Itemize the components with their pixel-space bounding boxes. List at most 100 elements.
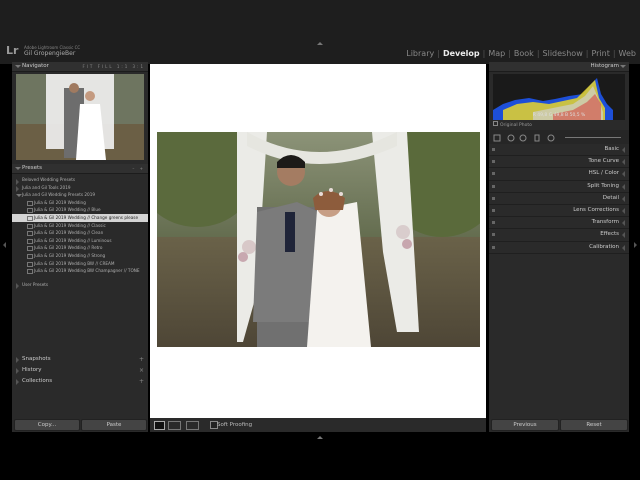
panel-toggle-icon[interactable] — [492, 196, 495, 200]
main-photo[interactable] — [157, 132, 480, 347]
panel-label: Tone Curve — [588, 158, 619, 165]
module-print[interactable]: Print — [591, 49, 609, 58]
user-presets-folder[interactable]: User Presets — [12, 281, 148, 290]
panel-lens-corrections[interactable]: Lens Corrections — [489, 205, 629, 218]
preset-item[interactable]: Julia & Gil 2019 Wedding // Retro — [12, 244, 148, 252]
panel-toggle-icon[interactable] — [492, 184, 495, 188]
histogram-header[interactable]: Histogram — [489, 62, 629, 72]
folder-expanded-icon — [16, 193, 22, 197]
before-after-view-icon[interactable] — [168, 421, 181, 430]
module-separator: | — [437, 49, 440, 58]
panel-toggle-icon[interactable] — [492, 245, 495, 249]
preset-icon — [27, 269, 33, 275]
paste-settings-button[interactable]: Paste — [81, 419, 147, 431]
panel-split-toning[interactable]: Split Toning — [489, 181, 629, 193]
panel-toggle-icon[interactable] — [492, 233, 495, 237]
panel-label: Split Toning — [587, 182, 619, 189]
soft-proofing-label: Soft Proofing — [217, 422, 253, 428]
module-map[interactable]: Map — [488, 49, 505, 58]
preset-folder[interactable]: Julia and Gil Tools 2019 — [12, 184, 148, 193]
preset-label: Julia & Gil 2019 Wedding BW // CREAM — [34, 260, 115, 266]
preset-label: Julia & Gil 2019 Wedding // Clean — [34, 230, 104, 236]
left-panel: Navigator FIT FILL 1:1 3:1 Presets – + B… — [12, 62, 148, 418]
expand-icon — [16, 368, 19, 374]
section-action-icon[interactable]: + — [139, 376, 144, 387]
preset-folder[interactable]: Beloved Wedding Presets — [12, 176, 148, 185]
module-library[interactable]: Library — [406, 49, 434, 58]
navigator-header[interactable]: Navigator FIT FILL 1:1 3:1 — [12, 62, 148, 72]
module-separator: | — [508, 49, 511, 58]
loupe-view-icon[interactable] — [154, 421, 165, 430]
section-snapshots[interactable]: Snapshots + — [12, 354, 148, 365]
module-slideshow[interactable]: Slideshow — [543, 49, 583, 58]
module-develop[interactable]: Develop — [443, 49, 480, 58]
panel-toggle-icon[interactable] — [492, 208, 495, 212]
expand-icon — [16, 357, 19, 363]
collapse-top-panel-icon[interactable] — [317, 42, 323, 45]
module-book[interactable]: Book — [514, 49, 534, 58]
collapse-bottom-panel-icon[interactable] — [317, 436, 323, 439]
panel-label: Effects — [600, 231, 619, 238]
section-action-icon[interactable]: × — [139, 365, 144, 376]
folder-label: Beloved Wedding Presets — [22, 177, 76, 182]
preset-item[interactable]: Julia & Gil 2019 Wedding — [12, 199, 148, 207]
preset-label: Julia & Gil 2019 Wedding // Strong — [34, 252, 106, 258]
expand-icon — [622, 220, 625, 227]
previous-button[interactable]: Previous — [491, 419, 559, 431]
expand-icon — [622, 195, 625, 202]
preset-item[interactable]: Julia & Gil 2019 Wedding // Change green… — [12, 213, 148, 222]
preset-item[interactable]: Julia & Gil 2019 Wedding // Blue — [12, 206, 148, 214]
module-separator: | — [585, 49, 589, 58]
folder-collapsed-icon — [16, 283, 19, 290]
panel-tone-curve[interactable]: Tone Curve — [489, 156, 629, 169]
reset-button[interactable]: Reset — [560, 419, 628, 431]
preset-icon — [27, 208, 33, 214]
preset-item[interactable]: Julia & Gil 2019 Wedding // Clean — [12, 229, 148, 237]
copy-settings-button[interactable]: Copy... — [14, 419, 80, 431]
panel-calibration[interactable]: Calibration — [489, 242, 629, 254]
panel-toggle-icon[interactable] — [492, 160, 495, 164]
module-web[interactable]: Web — [619, 49, 636, 58]
section-label: History — [22, 367, 42, 373]
panel-detail[interactable]: Detail — [489, 193, 629, 205]
preset-item[interactable]: Julia & Gil 2019 Wedding // Strong — [12, 252, 148, 260]
folder-label: Julia and Gil Tools 2019 — [22, 184, 71, 190]
navigator-thumbnail[interactable] — [16, 74, 144, 160]
module-separator: | — [536, 49, 540, 58]
panel-toggle-icon[interactable] — [492, 148, 495, 151]
right-panel: Histogram R 49,8 G 49,8 B 50,5 % Origina… — [489, 62, 629, 418]
histogram[interactable]: R 49,8 G 49,8 B 50,5 % — [493, 74, 625, 120]
folder-label: Julia and Gil Wedding Presets 2019 — [22, 192, 96, 198]
preset-item[interactable]: Julia & Gil 2019 Wedding BW // CREAM — [12, 260, 148, 268]
expand-icon — [15, 167, 21, 170]
preset-item[interactable]: Julia & Gil 2019 Wedding // Luminous — [12, 237, 148, 245]
panel-effects[interactable]: Effects — [489, 229, 629, 242]
preset-icon — [27, 200, 33, 206]
section-history[interactable]: History × — [12, 365, 148, 376]
lightroom-logo: Lr — [6, 44, 19, 57]
panel-hsl-color[interactable]: HSL / Color — [489, 168, 629, 181]
panel-toggle-icon[interactable] — [492, 172, 495, 176]
presets-panel: Presets – + Beloved Wedding Presets Julia… — [12, 164, 148, 290]
section-collections[interactable]: Collections + — [12, 376, 148, 387]
presets-header[interactable]: Presets – + — [12, 164, 148, 174]
section-action-icon[interactable]: + — [139, 354, 144, 365]
navigator-title: Navigator — [22, 63, 49, 69]
develop-panels: Basic Tone Curve HSL / Color Split Toning De… — [489, 144, 629, 254]
panel-toggle-icon[interactable] — [492, 221, 495, 225]
preset-item[interactable]: Julia & Gil 2019 Wedding // Classic — [12, 222, 148, 230]
before-after-split-icon[interactable] — [186, 421, 199, 430]
collapse-right-panel-icon[interactable] — [634, 242, 637, 248]
original-photo-checkbox[interactable]: Original Photo — [493, 121, 532, 128]
collapse-left-panel-icon[interactable] — [3, 242, 6, 248]
zoom-options[interactable]: FIT FILL 1:1 3:1 — [82, 62, 145, 71]
panel-label: Detail — [602, 194, 619, 201]
preset-folder[interactable]: Julia and Gil Wedding Presets 2019 — [12, 191, 148, 199]
preset-item[interactable]: Julia & Gil 2019 Wedding BW Champagner /… — [12, 267, 148, 275]
expand-icon — [622, 244, 625, 251]
view-toolbar — [150, 418, 486, 432]
presets-header-actions[interactable]: – + — [132, 164, 145, 173]
panel-basic[interactable]: Basic — [489, 144, 629, 157]
panel-transform[interactable]: Transform — [489, 217, 629, 230]
module-separator: | — [612, 49, 616, 58]
